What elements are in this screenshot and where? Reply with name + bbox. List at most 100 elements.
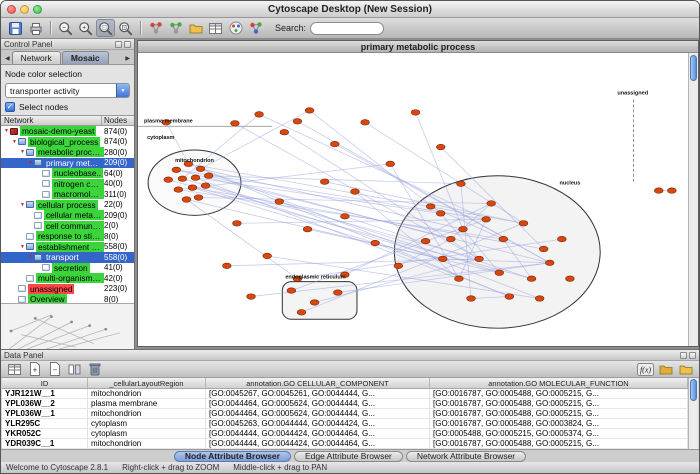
export-attributes-button[interactable] xyxy=(676,360,695,378)
network-node[interactable] xyxy=(482,217,491,223)
close-panel-icon[interactable] xyxy=(689,352,696,359)
network-node[interactable] xyxy=(172,167,181,173)
network-tree-label[interactable]: cellular process xyxy=(36,200,98,210)
delete-attribute-button[interactable]: − xyxy=(45,360,64,378)
tab-node-attribute-browser[interactable]: Node Attribute Browser xyxy=(174,451,291,462)
network-node[interactable] xyxy=(201,183,210,189)
tab-scroll-left-icon[interactable]: ◀ xyxy=(3,55,12,62)
network-node[interactable] xyxy=(305,108,314,114)
expand-arrow-icon[interactable]: ▼ xyxy=(11,139,18,145)
network-tree-label[interactable]: macromolecule.. xyxy=(52,189,104,199)
expand-arrow-icon[interactable]: ▼ xyxy=(19,244,26,250)
network-tree-label[interactable]: response to stimul.. xyxy=(36,231,104,241)
network-tree-label[interactable]: biological_process xyxy=(28,137,100,147)
plugins-button[interactable] xyxy=(246,19,265,37)
network-tree-label[interactable]: nitrogen compo.. xyxy=(52,179,104,189)
formula-builder-button[interactable]: f(x) xyxy=(636,360,655,378)
network-node[interactable] xyxy=(527,276,536,282)
expand-arrow-icon[interactable]: ▼ xyxy=(19,202,26,208)
network-node[interactable] xyxy=(222,263,231,269)
select-attributes-button[interactable] xyxy=(5,360,24,378)
tab-scroll-right-icon[interactable]: ▶ xyxy=(123,55,132,62)
network-tree-label[interactable]: secretion xyxy=(52,263,90,273)
network-node[interactable] xyxy=(455,276,464,282)
network-node[interactable] xyxy=(164,177,173,183)
tree-row[interactable]: ▼mosaic-demo-yeast874(0) xyxy=(1,126,134,137)
tree-row[interactable]: ▼biological_process874(0) xyxy=(1,137,134,148)
network-edge[interactable] xyxy=(201,110,310,168)
chevron-down-icon[interactable]: ▼ xyxy=(116,84,129,97)
select-nodes-checkbox[interactable]: ✓ xyxy=(5,102,15,112)
network-node[interactable] xyxy=(386,161,395,167)
tree-row[interactable]: unassigned223(0) xyxy=(1,284,134,295)
network-node[interactable] xyxy=(467,296,476,302)
title-bar[interactable]: Cytoscape Desktop (New Session) xyxy=(1,1,699,18)
zoom-fit-button[interactable]: ⊡ xyxy=(116,19,135,37)
network-node[interactable] xyxy=(371,240,380,246)
network-node[interactable] xyxy=(188,185,197,191)
zoom-window-button[interactable] xyxy=(33,5,42,14)
minimize-window-button[interactable] xyxy=(20,5,29,14)
network-node[interactable] xyxy=(204,173,213,179)
network-node[interactable] xyxy=(487,201,496,207)
zoom-in-button[interactable]: + xyxy=(76,19,95,37)
print-button[interactable] xyxy=(26,19,45,37)
network-tree-label[interactable]: mosaic-demo-yeast xyxy=(20,126,96,136)
expand-arrow-icon[interactable]: ▼ xyxy=(3,128,10,134)
network-node[interactable] xyxy=(438,256,447,262)
nodes-column-header[interactable]: Nodes xyxy=(102,116,134,125)
network-node[interactable] xyxy=(293,119,302,125)
network-node[interactable] xyxy=(495,270,504,276)
tab-network-attribute-browser[interactable]: Network Attribute Browser xyxy=(406,451,526,462)
tree-row[interactable]: cellular metabo..209(0) xyxy=(1,210,134,221)
network-node[interactable] xyxy=(196,166,205,172)
network-tree-label[interactable]: primary metab.. xyxy=(44,158,104,168)
network-node[interactable] xyxy=(505,294,514,300)
network-node[interactable] xyxy=(287,288,296,294)
tree-row[interactable]: nitrogen compo..40(0) xyxy=(1,179,134,190)
network-node[interactable] xyxy=(421,238,430,244)
network-canvas[interactable]: plasma membranecytoplasmmitochondrionnuc… xyxy=(138,53,688,346)
network-tree-label[interactable]: cell communica.. xyxy=(44,221,104,231)
network-node[interactable] xyxy=(310,300,319,306)
expand-arrow-icon[interactable]: ▼ xyxy=(27,160,34,166)
tree-row[interactable]: ▼primary metab..209(0) xyxy=(1,158,134,169)
network-edge[interactable] xyxy=(186,200,297,279)
tree-row[interactable]: secretion41(0) xyxy=(1,263,134,274)
tree-row[interactable]: ▼establishment of lo..558(0) xyxy=(1,242,134,253)
network-node[interactable] xyxy=(320,179,329,185)
network-node[interactable] xyxy=(475,256,484,262)
table-row[interactable]: YPL036W__1mitochondrion[GO:0044464, GO:0… xyxy=(2,409,688,419)
tree-row[interactable]: multi-organism pro..42(0) xyxy=(1,273,134,284)
save-session-button[interactable] xyxy=(6,19,25,37)
network-node[interactable] xyxy=(351,189,360,195)
network-node[interactable] xyxy=(303,226,312,232)
network-node[interactable] xyxy=(558,236,567,242)
network-node[interactable] xyxy=(233,220,242,226)
network-tree-label[interactable]: unassigned xyxy=(28,284,74,294)
network-node[interactable] xyxy=(668,188,677,194)
tree-row[interactable]: Overview8(0) xyxy=(1,294,134,303)
tree-row[interactable]: nucleobase..64(0) xyxy=(1,168,134,179)
network-frame-title[interactable]: primary metabolic process xyxy=(138,41,698,53)
network-tree-label[interactable]: establishment of lo.. xyxy=(36,242,104,252)
network-tree-label[interactable]: metabolic process xyxy=(36,147,104,157)
network-node[interactable] xyxy=(231,121,240,127)
tree-row[interactable]: cell communica..2(0) xyxy=(1,221,134,232)
network-node[interactable] xyxy=(263,253,272,259)
network-node[interactable] xyxy=(191,175,200,181)
network-tree-label[interactable]: cellular metabo.. xyxy=(44,210,104,220)
network-node[interactable] xyxy=(255,112,264,118)
close-panel-icon[interactable] xyxy=(124,41,131,48)
table-row[interactable]: YLR295Ccytoplasm[GO:0045263, GO:0044444,… xyxy=(2,419,688,429)
data-panel-scrollbar[interactable] xyxy=(688,378,698,449)
network-node[interactable] xyxy=(539,246,548,252)
network-tree-label[interactable]: transport xyxy=(44,252,81,262)
tree-row[interactable]: macromolecule..311(0) xyxy=(1,189,134,200)
float-panel-icon[interactable] xyxy=(680,352,687,359)
column-header[interactable]: ID xyxy=(2,378,88,388)
column-header[interactable]: annotation.GO MOLECULAR_FUNCTION xyxy=(430,378,688,388)
network-node[interactable] xyxy=(535,296,544,302)
create-network-from-selection-button[interactable] xyxy=(166,19,185,37)
network-node[interactable] xyxy=(330,141,339,147)
